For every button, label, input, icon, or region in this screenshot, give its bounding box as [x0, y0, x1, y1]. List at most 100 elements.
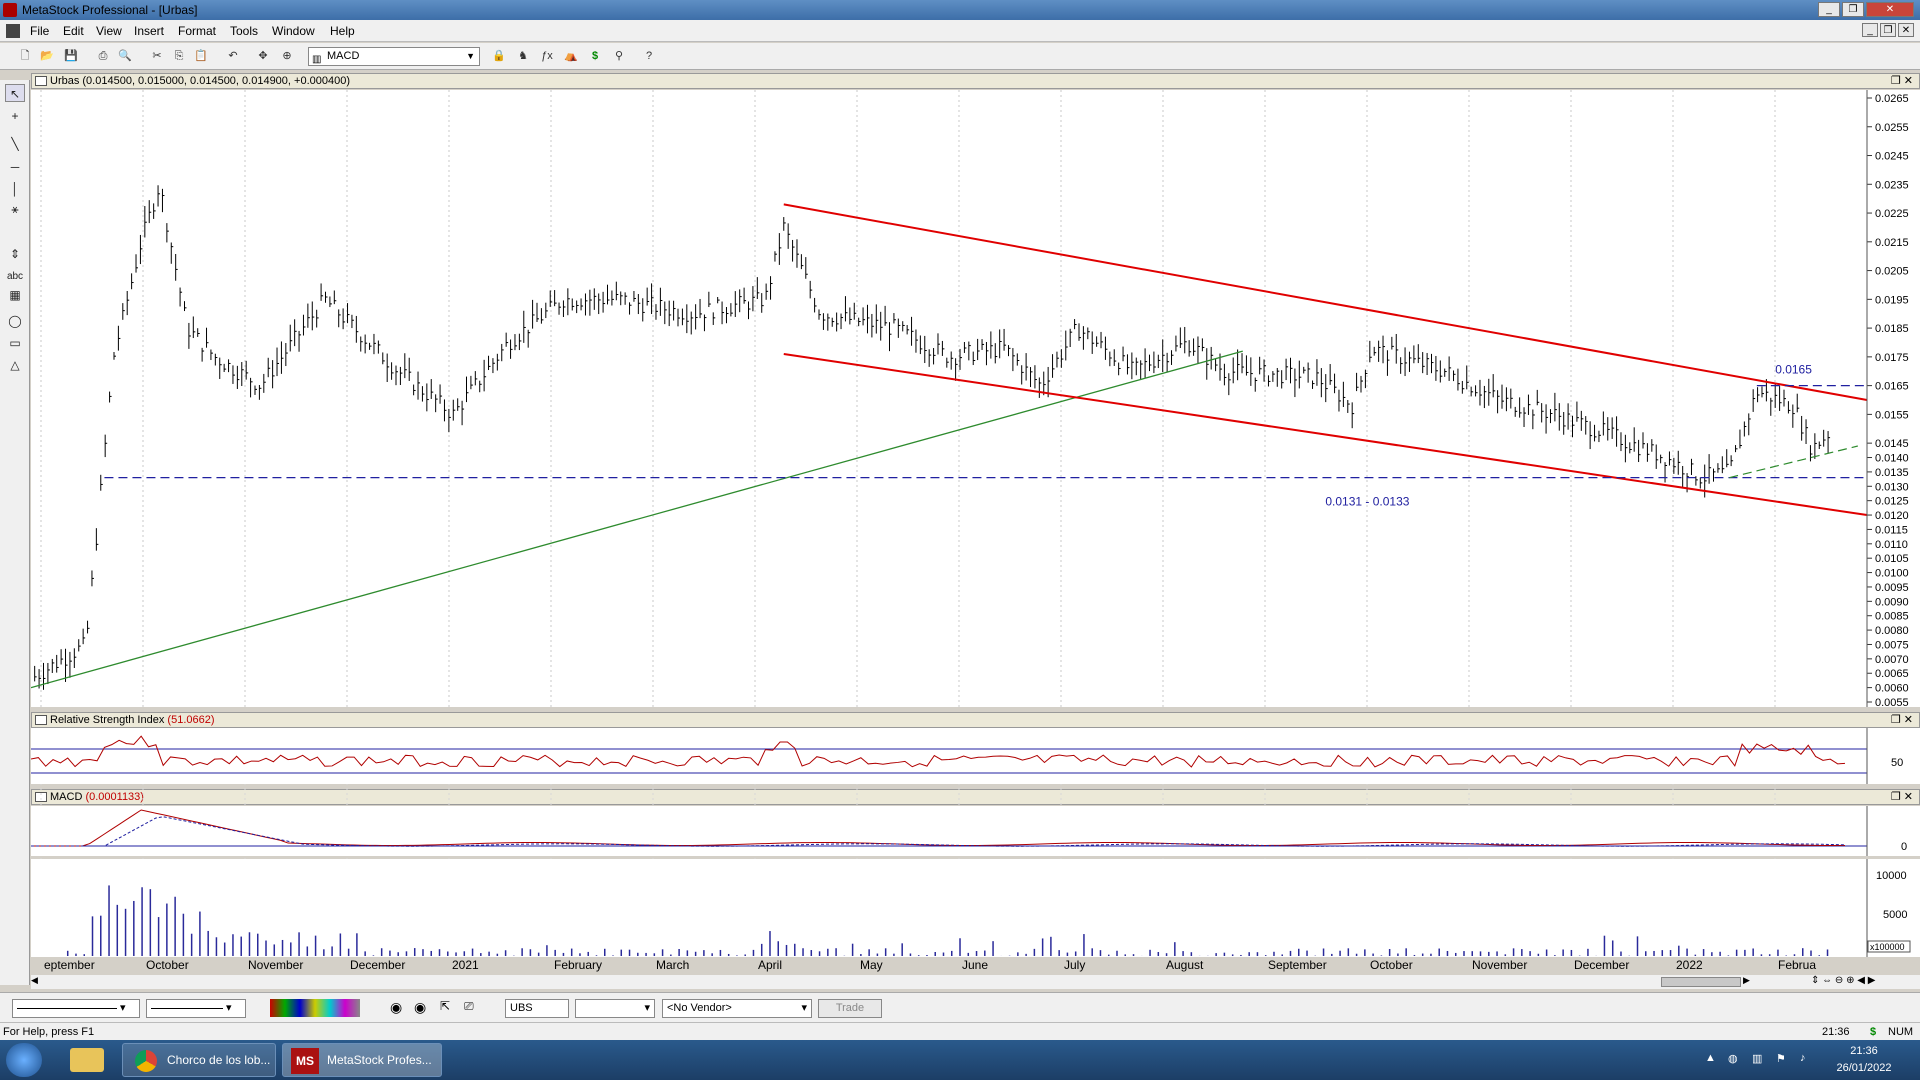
pane-icon	[35, 76, 47, 86]
price-plot-area	[31, 90, 1867, 707]
y-tick-label: 0.0195	[1875, 294, 1909, 306]
x-axis-label: August	[1166, 958, 1204, 972]
scroll-right-icon[interactable]: ▶	[1743, 975, 1750, 986]
y-tick-label: 0.0165	[1875, 381, 1909, 393]
context-help-icon[interactable]: ?	[640, 47, 658, 65]
menu-file[interactable]: File	[30, 24, 49, 38]
paste-icon[interactable]: 📋	[192, 47, 210, 65]
pane-buttons[interactable]: ❐ ✕	[1891, 74, 1913, 88]
globe-icon[interactable]: ◉	[390, 999, 402, 1016]
pointer-icon[interactable]: ↖	[5, 84, 25, 102]
indicator-icon: ▥	[312, 54, 322, 65]
y-tick-label: 0.0070	[1875, 654, 1909, 666]
open-icon[interactable]: 📂	[38, 47, 56, 65]
lock-icon[interactable]: 🔒	[490, 47, 508, 65]
x-axis-label: May	[860, 958, 883, 972]
formula-icon[interactable]: ƒx	[538, 47, 556, 65]
y-tick-label: 0.0080	[1875, 625, 1909, 637]
volume-icon[interactable]: ♪	[1800, 1052, 1806, 1064]
crosshair-icon[interactable]: ✥	[254, 47, 272, 65]
print-preview-icon[interactable]: 🔍	[116, 47, 134, 65]
cut-icon[interactable]: ✂	[148, 47, 166, 65]
tray-arrow-icon[interactable]: ▲	[1705, 1052, 1716, 1064]
horizontal-line-icon[interactable]: ─	[5, 158, 25, 176]
chart-nav-icons[interactable]: ⇕ ⇔ ⊖ ⊕ ◀ ▶	[1811, 975, 1875, 986]
x-axis-label: November	[1472, 958, 1527, 972]
menu-format[interactable]: Format	[178, 24, 216, 38]
ellipse-icon[interactable]: ◯	[5, 312, 25, 330]
trendline-tool-icon[interactable]: ╲	[5, 135, 25, 153]
binoculars-icon[interactable]: ⚲	[610, 47, 628, 65]
maximize-button[interactable]: ❐	[1842, 2, 1864, 17]
chevron-down-icon: ▾	[801, 1002, 807, 1014]
indicator-select[interactable]: ▥ MACD ▼	[308, 47, 480, 66]
x-axis-labels: eptember October November December 2021 Febru…	[44, 958, 1816, 972]
data-source-select[interactable]: ▾	[575, 999, 655, 1018]
flag-icon[interactable]: ⚑	[1776, 1052, 1786, 1065]
menu-edit[interactable]: Edit	[63, 24, 84, 38]
chart-canvas[interactable]: 0.0165 0.0131 - 0.0133 0.0265 0.0255 0.024…	[31, 90, 1920, 975]
explorer-folder-icon[interactable]	[70, 1048, 104, 1072]
horizontal-scrollbar[interactable]: ◀ ▶ ⇕ ⇔ ⊖ ⊕ ◀ ▶	[31, 975, 1920, 989]
print-icon[interactable]: ⎙	[94, 47, 112, 65]
line-weight-select[interactable]: ▾	[146, 999, 246, 1018]
y-tick-label: 0.0175	[1875, 352, 1909, 364]
menu-tools[interactable]: Tools	[230, 24, 258, 38]
expert-icon[interactable]: ♞	[514, 47, 532, 65]
rectangle-icon[interactable]: ▭	[5, 334, 25, 352]
vendor-select[interactable]: <No Vendor> ▾	[662, 999, 812, 1018]
undo-icon[interactable]: ↶	[224, 47, 242, 65]
network-icon[interactable]: ▥	[1752, 1052, 1762, 1065]
y-tick-label: 0.0215	[1875, 237, 1909, 249]
x-axis-label: eptember	[44, 958, 95, 972]
fibonacci-icon[interactable]: ⚹	[5, 200, 25, 218]
close-button[interactable]: ✕	[1866, 2, 1914, 17]
minimize-button[interactable]: _	[1818, 2, 1840, 17]
child-restore-button[interactable]: ❐	[1880, 23, 1896, 37]
new-icon[interactable]: 🗋	[16, 47, 34, 65]
symbol-field[interactable]: UBS	[505, 999, 569, 1018]
copy-icon[interactable]: ⎘	[170, 47, 188, 65]
browser-icon[interactable]: ◉	[414, 999, 426, 1016]
dollar-icon[interactable]: $	[586, 47, 604, 65]
scroll-icon[interactable]: ⇕	[5, 245, 25, 263]
snapshot-icon[interactable]: ⎚	[464, 999, 474, 1014]
price-pane-header: Urbas (0.014500, 0.015000, 0.014500, 0.0…	[31, 73, 1920, 89]
explorer-icon[interactable]: ⛺	[562, 47, 580, 65]
x-axis-label: June	[962, 958, 988, 972]
vertical-line-icon[interactable]: │	[5, 180, 25, 198]
menu-help[interactable]: Help	[330, 24, 355, 38]
menu-insert[interactable]: Insert	[134, 24, 164, 38]
triangle-icon[interactable]: △	[5, 356, 25, 374]
tray-app-icon[interactable]: ◍	[1728, 1052, 1738, 1065]
child-close-button[interactable]: ✕	[1898, 23, 1914, 37]
status-time: 21:36	[1822, 1026, 1850, 1038]
scrollbar-thumb[interactable]	[1661, 977, 1741, 987]
trade-button[interactable]: Trade	[818, 999, 882, 1018]
crosshair-tool-icon[interactable]: +	[5, 107, 25, 125]
line-style-select[interactable]: ▾	[12, 999, 140, 1018]
y-tick-label: 0.0110	[1875, 539, 1908, 551]
menu-view[interactable]: View	[96, 24, 122, 38]
taskbar-chrome-label: Chorco de los lob...	[167, 1053, 271, 1067]
x-axis-label: 2022	[1676, 958, 1703, 972]
y-tick-label: 0.0090	[1875, 596, 1909, 608]
start-button[interactable]	[6, 1043, 42, 1077]
chevron-down-icon: ▼	[466, 51, 475, 61]
export-icon[interactable]: ⇱	[440, 999, 450, 1013]
status-help-text: For Help, press F1	[3, 1026, 95, 1038]
y-tick-label: 0.0185	[1875, 323, 1909, 335]
zoom-icon[interactable]: ⊕	[278, 47, 296, 65]
menu-window[interactable]: Window	[272, 24, 315, 38]
scroll-left-icon[interactable]: ◀	[31, 975, 38, 986]
save-icon[interactable]: 💾	[62, 47, 80, 65]
status-dollar: $	[1870, 1026, 1877, 1038]
color-palette[interactable]	[270, 999, 360, 1017]
taskbar-metastock[interactable]: MS MetaStock Profes...	[282, 1043, 442, 1077]
grid-icon[interactable]: ▦	[5, 286, 25, 304]
y-tick-label: 0.0130	[1875, 481, 1909, 493]
status-num: NUM	[1888, 1026, 1914, 1038]
child-minimize-button[interactable]: _	[1862, 23, 1878, 37]
taskbar-chrome[interactable]: Chorco de los lob...	[122, 1043, 276, 1077]
text-tool-icon[interactable]: abc	[5, 268, 25, 286]
